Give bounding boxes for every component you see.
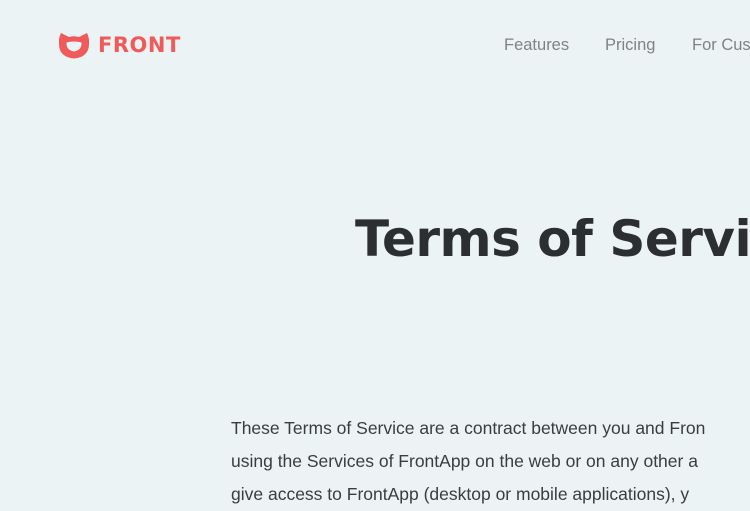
nav-features-link[interactable]: Features bbox=[504, 34, 569, 56]
brand-name: FRONT bbox=[98, 33, 181, 57]
page-title: Terms of Servic bbox=[355, 210, 750, 268]
terms-content: These Terms of Service are a contract be… bbox=[231, 412, 750, 511]
terms-paragraph-line: These Terms of Service are a contract be… bbox=[231, 418, 706, 438]
site-header: FRONT Features Pricing For Cus bbox=[0, 0, 750, 90]
nav-for-customers-link[interactable]: For Cus bbox=[692, 34, 750, 56]
nav-pricing-link[interactable]: Pricing bbox=[605, 34, 655, 56]
front-logo-link[interactable]: FRONT bbox=[58, 30, 181, 60]
front-cat-icon bbox=[58, 33, 90, 59]
terms-paragraph-line: give access to FrontApp (desktop or mobi… bbox=[231, 484, 690, 504]
terms-paragraph-line: using the Services of FrontApp on the we… bbox=[231, 451, 698, 471]
